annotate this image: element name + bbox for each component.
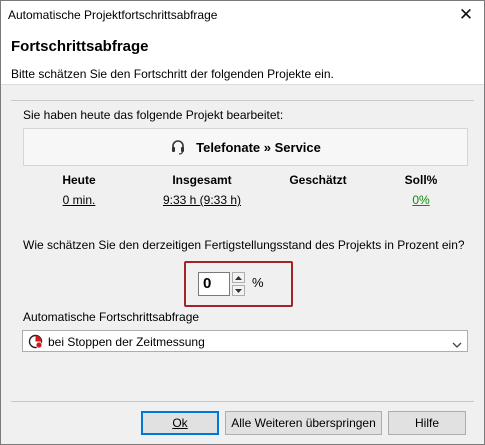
progress-percent-input[interactable]: 0 <box>198 272 230 296</box>
spin-down-button[interactable] <box>232 285 245 296</box>
close-icon: ✕ <box>458 5 474 24</box>
dialog-window: Automatische Projektfortschrittsabfrage … <box>0 0 485 445</box>
stat-total-value[interactable]: 9:33 h (9:33 h) <box>143 193 261 207</box>
close-button[interactable]: ✕ <box>448 1 484 29</box>
arrow-down-icon <box>235 288 242 293</box>
header-subtitle: Bitte schätzen Sie den Fortschritt der f… <box>11 67 334 81</box>
auto-query-label: Automatische Fortschrittsabfrage <box>23 310 200 324</box>
intro-text: Sie haben heute das folgende Projekt bea… <box>23 108 284 122</box>
project-stats: Heute 0 min. Insgesamt 9:33 h (9:33 h) G… <box>23 173 468 213</box>
bottom-separator <box>11 401 474 402</box>
ok-button-label: Ok <box>172 416 188 430</box>
stopwatch-icon <box>28 334 43 352</box>
stat-today-value[interactable]: 0 min. <box>41 193 117 207</box>
stat-total: Insgesamt 9:33 h (9:33 h) <box>143 173 261 207</box>
stat-today: Heute 0 min. <box>41 173 117 207</box>
header-title: Fortschrittsabfrage <box>11 38 149 55</box>
arrow-up-icon <box>235 275 242 280</box>
chevron-down-icon <box>452 337 462 351</box>
skip-all-button[interactable]: Alle Weiteren überspringen <box>225 411 382 435</box>
ok-button[interactable]: Ok <box>141 411 219 435</box>
spin-up-button[interactable] <box>232 272 245 283</box>
stat-total-label: Insgesamt <box>172 173 232 187</box>
stat-target: Soll% 0% <box>391 173 451 207</box>
stat-target-label: Soll% <box>404 173 438 187</box>
project-name: Telefonate » Service <box>196 139 321 155</box>
title-bar: Automatische Projektfortschrittsabfrage … <box>1 1 484 29</box>
window-title: Automatische Projektfortschrittsabfrage <box>8 8 218 22</box>
percent-unit: % <box>252 275 264 290</box>
help-button[interactable]: Hilfe <box>388 411 466 435</box>
dialog-header: Fortschrittsabfrage Bitte schätzen Sie d… <box>1 29 484 85</box>
headset-icon <box>170 139 186 155</box>
progress-question: Wie schätzen Sie den derzeitigen Fertigs… <box>23 238 465 252</box>
auto-query-selected-value: bei Stoppen der Zeitmessung <box>48 335 205 349</box>
auto-query-select[interactable]: bei Stoppen der Zeitmessung <box>22 330 468 352</box>
stat-estimated: Geschätzt <box>273 173 363 193</box>
project-panel: Telefonate » Service <box>23 128 468 166</box>
stat-target-value[interactable]: 0% <box>391 193 451 207</box>
stat-estimated-label: Geschätzt <box>289 173 347 187</box>
stat-today-label: Heute <box>62 173 96 187</box>
top-separator <box>11 100 474 101</box>
